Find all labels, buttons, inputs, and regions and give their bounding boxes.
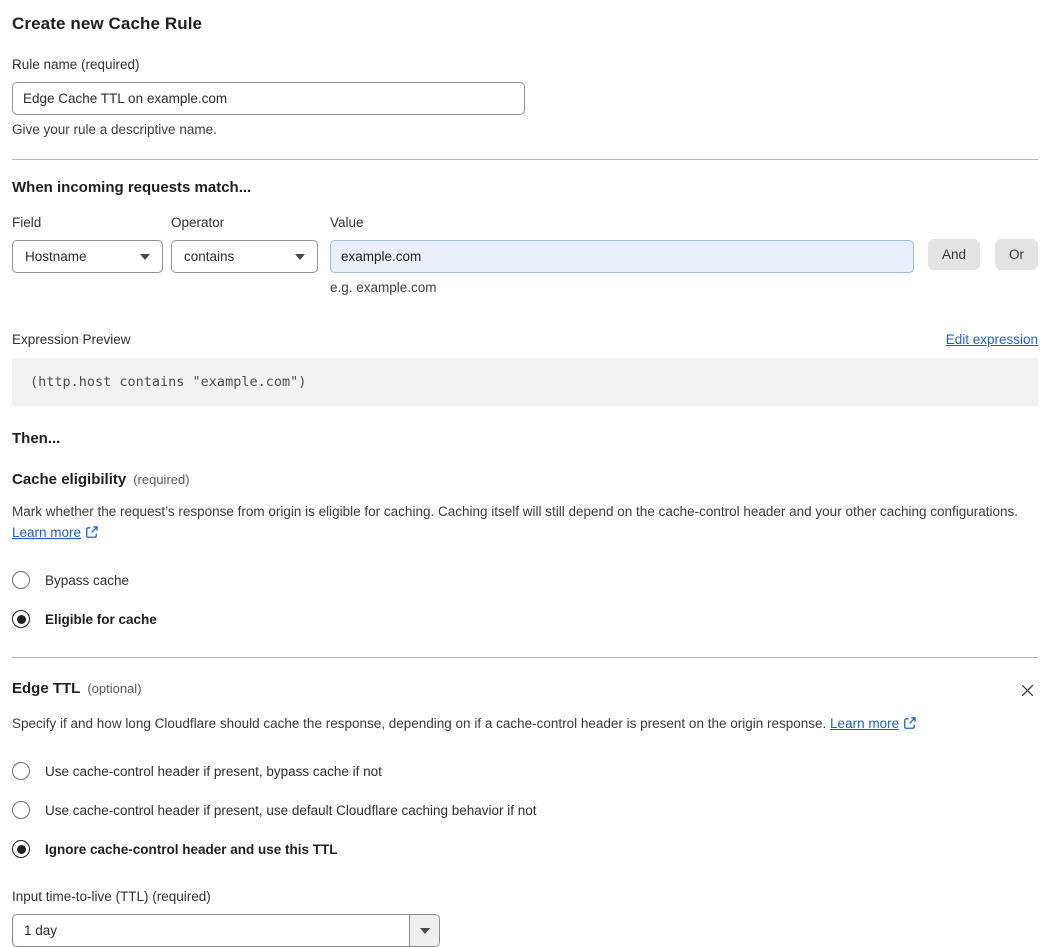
operator-column: Operator contains	[170, 215, 318, 273]
radio-ignore-header-use-ttl[interactable]: Ignore cache-control header and use this…	[12, 840, 1038, 858]
cache-eligibility-description: Mark whether the request’s response from…	[12, 501, 1022, 545]
value-helper: e.g. example.com	[329, 280, 437, 295]
value-column: Value e.g. example.com	[329, 215, 914, 295]
radio-label: Ignore cache-control header and use this…	[45, 841, 338, 857]
and-button[interactable]: And	[927, 239, 980, 270]
divider	[12, 657, 1038, 658]
learn-more-link[interactable]: Learn more	[830, 716, 899, 731]
rule-name-input[interactable]	[12, 82, 525, 115]
ttl-label: Input time-to-live (TTL) (required)	[12, 889, 211, 904]
radio-use-header-default[interactable]: Use cache-control header if present, use…	[12, 801, 1038, 819]
radio-icon	[12, 840, 30, 858]
operator-select-value: contains	[183, 249, 235, 264]
expression-builder-row: Field Hostname Operator contains Value e…	[12, 215, 1038, 295]
radio-bypass-cache[interactable]: Bypass cache	[12, 571, 1038, 589]
expression-preview-label: Expression Preview	[12, 332, 131, 347]
radio-label: Bypass cache	[45, 572, 130, 588]
edge-ttl-description-text: Specify if and how long Cloudflare shoul…	[12, 716, 827, 731]
field-select[interactable]: Hostname	[12, 240, 163, 273]
operator-label: Operator	[170, 215, 225, 230]
value-label: Value	[329, 215, 364, 230]
radio-icon	[12, 801, 30, 819]
radio-use-header-bypass[interactable]: Use cache-control header if present, byp…	[12, 762, 1038, 780]
rule-name-helper: Give your rule a descriptive name.	[12, 122, 217, 137]
edit-expression-link[interactable]: Edit expression	[946, 332, 1038, 347]
edge-ttl-heading-row: Edge TTL (optional)	[12, 680, 1038, 704]
cache-eligibility-heading: Cache eligibility	[12, 471, 127, 488]
radio-label: Use cache-control header if present, use…	[45, 802, 537, 818]
chevron-down-icon	[294, 253, 305, 260]
field-column: Field Hostname	[12, 215, 163, 273]
radio-eligible-for-cache[interactable]: Eligible for cache	[12, 610, 1038, 628]
ttl-select-value: 1 day	[24, 923, 58, 938]
learn-more-link[interactable]: Learn more	[12, 525, 81, 540]
expression-code-block: (http.host contains "example.com")	[12, 358, 1038, 406]
edge-ttl-section: Edge TTL (optional) Specify if and how lo…	[12, 680, 1038, 947]
radio-icon	[12, 571, 30, 589]
edge-ttl-heading: Edge TTL	[12, 680, 81, 697]
ttl-select[interactable]: 1 day	[12, 914, 440, 947]
field-label: Field	[12, 215, 42, 230]
expression-preview-header: Expression Preview Edit expression	[12, 332, 1038, 347]
cache-eligibility-section: Cache eligibility (required) Mark whether…	[12, 471, 1038, 628]
cache-eligibility-heading-row: Cache eligibility (required)	[12, 471, 1038, 489]
edge-ttl-description: Specify if and how long Cloudflare shoul…	[12, 713, 1022, 736]
chevron-down-icon	[139, 253, 150, 260]
field-select-value: Hostname	[25, 249, 87, 264]
cache-eligibility-qualifier: (required)	[133, 472, 190, 487]
match-section: When incoming requests match... Field Ho…	[12, 179, 1038, 295]
rule-name-label: Rule name (required)	[12, 57, 140, 72]
rule-name-section: Rule name (required) Give your rule a de…	[12, 56, 1038, 137]
cache-eligibility-description-text: Mark whether the request’s response from…	[12, 504, 1019, 519]
value-input[interactable]	[329, 240, 914, 273]
edge-ttl-qualifier: (optional)	[87, 681, 142, 696]
operator-select[interactable]: contains	[170, 240, 318, 273]
divider	[12, 159, 1038, 160]
radio-label: Use cache-control header if present, byp…	[45, 763, 382, 779]
or-button[interactable]: Or	[995, 239, 1038, 270]
close-icon[interactable]	[1017, 680, 1038, 704]
radio-icon	[12, 762, 30, 780]
ttl-select-arrow-button[interactable]	[409, 915, 439, 946]
chevron-down-icon	[419, 927, 430, 934]
radio-label: Eligible for cache	[45, 611, 157, 627]
radio-icon	[12, 610, 30, 628]
external-link-icon	[903, 715, 917, 736]
page-title: Create new Cache Rule	[12, 14, 203, 33]
ttl-input-block: Input time-to-live (TTL) (required) 1 da…	[12, 888, 1038, 947]
external-link-icon	[85, 524, 99, 545]
match-heading: When incoming requests match...	[12, 179, 252, 196]
cache-rule-form: Create new Cache Rule Rule name (require…	[0, 0, 1058, 947]
then-heading: Then...	[12, 430, 61, 447]
